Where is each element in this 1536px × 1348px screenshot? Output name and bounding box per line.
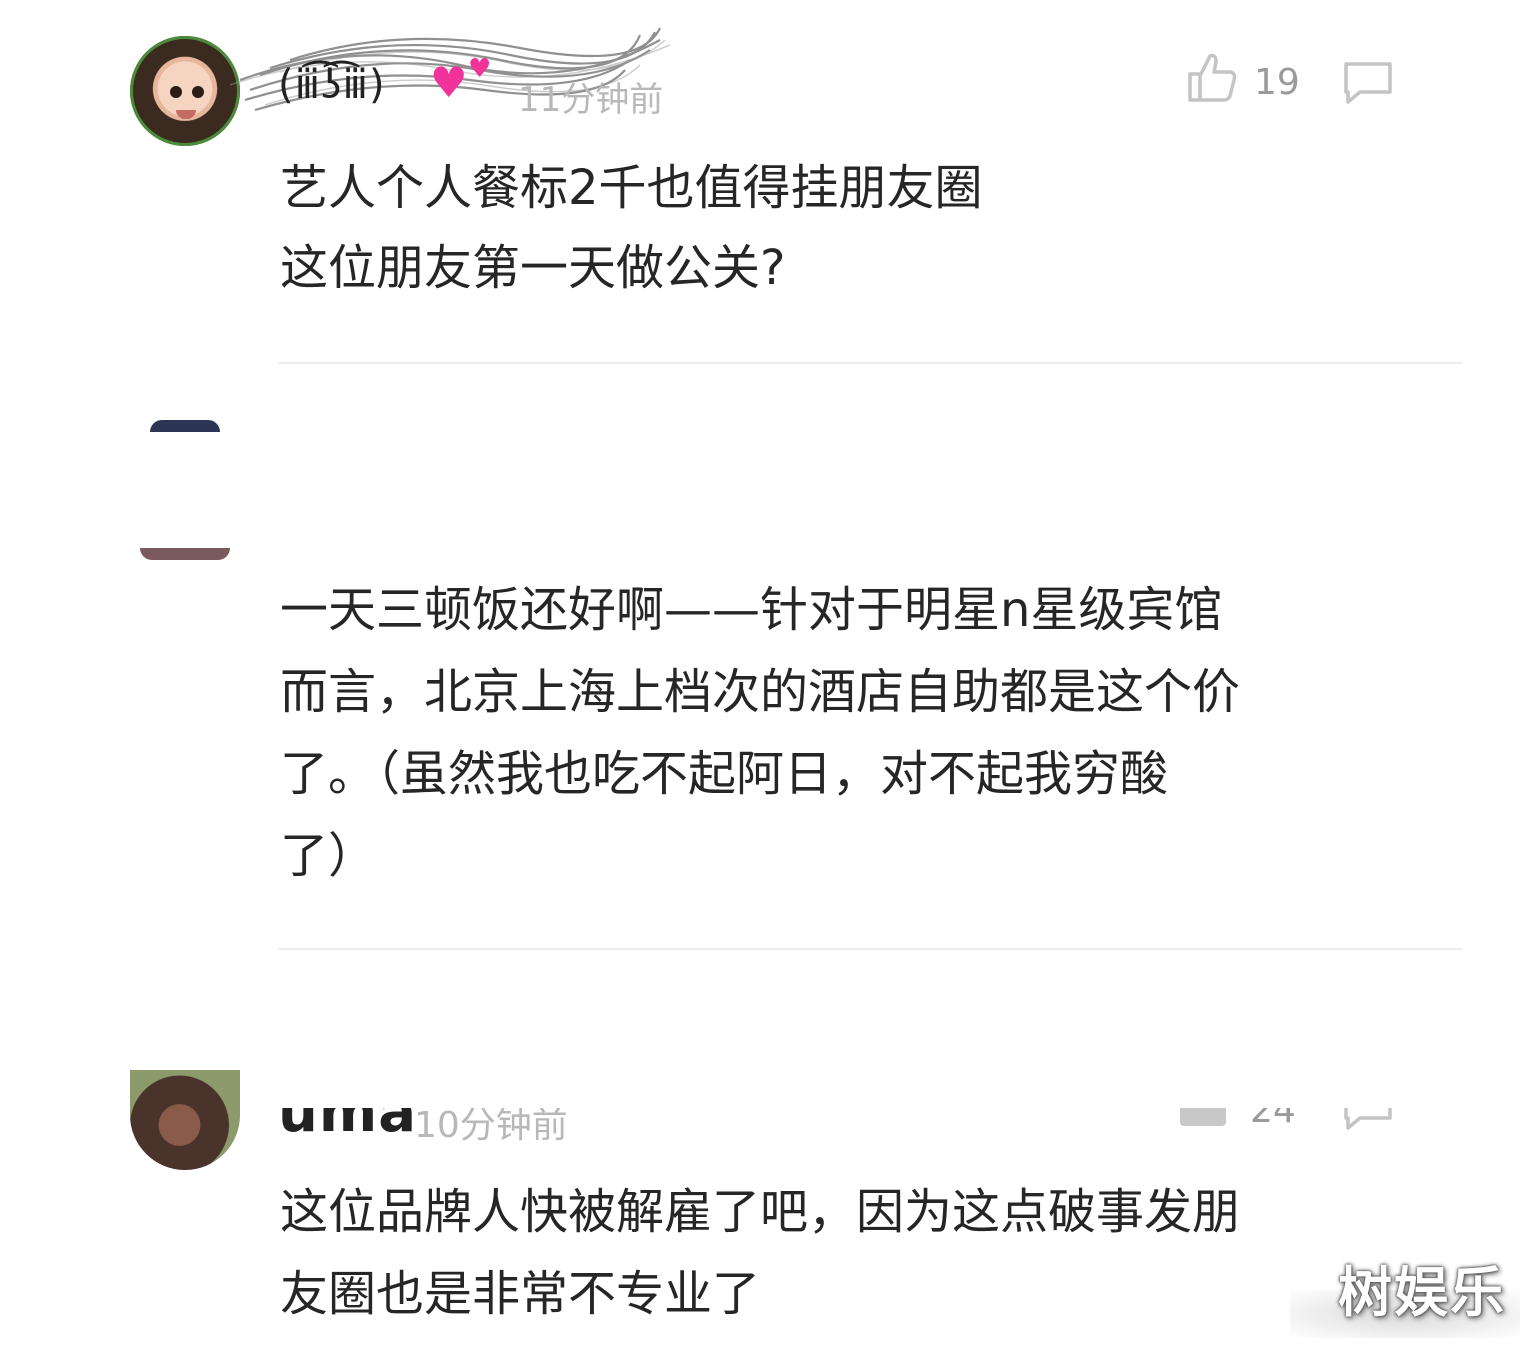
heart-emoji: ♥ — [430, 58, 468, 107]
comment-text-line: 了） — [280, 828, 377, 884]
comment-text-line: 这位品牌人快被解雇了吧，因为这点破事发朋 — [280, 1184, 1241, 1240]
like-count: 24 — [1250, 1108, 1296, 1131]
divider — [278, 948, 1462, 950]
comment-bubble-icon[interactable] — [1340, 1108, 1396, 1132]
comment-text-line: 艺人个人餐标2千也值得挂朋友圈 — [280, 160, 983, 216]
username[interactable]: (ⅲ͡ʖ͡ⅲ) — [278, 62, 386, 108]
watermark: 树娱乐 — [1338, 1261, 1506, 1324]
comment-text-line: 而言，北京上海上档次的酒店自助都是这个价 — [280, 664, 1241, 720]
avatar-partial — [140, 548, 230, 560]
avatar[interactable] — [150, 420, 220, 432]
comment-text-line: 一天三顿饭还好啊——针对于明星n星级宾馆 — [280, 582, 1223, 638]
avatar[interactable] — [130, 36, 240, 146]
comment-time: 10分钟前 — [414, 1108, 568, 1146]
thumbs-up-icon[interactable] — [1184, 50, 1240, 106]
comment-header-clipped: uma 10分钟前 24 — [0, 1108, 1536, 1148]
thumbs-up-icon[interactable] — [1180, 1108, 1226, 1126]
username[interactable]: uma — [278, 1108, 417, 1145]
divider — [278, 362, 1462, 364]
comment-text-line: 这位朋友第一天做公关? — [280, 240, 786, 296]
comment-time: 11分钟前 — [518, 80, 664, 120]
comment-text-line: 了。（虽然我也吃不起阿日，对不起我穷酸 — [280, 746, 1169, 802]
comment-text-line: 友圈也是非常不专业了 — [280, 1266, 761, 1322]
comment-bubble-icon[interactable] — [1340, 58, 1396, 106]
like-count: 19 — [1254, 62, 1300, 103]
heart-emoji-small: ♥ — [468, 54, 492, 84]
